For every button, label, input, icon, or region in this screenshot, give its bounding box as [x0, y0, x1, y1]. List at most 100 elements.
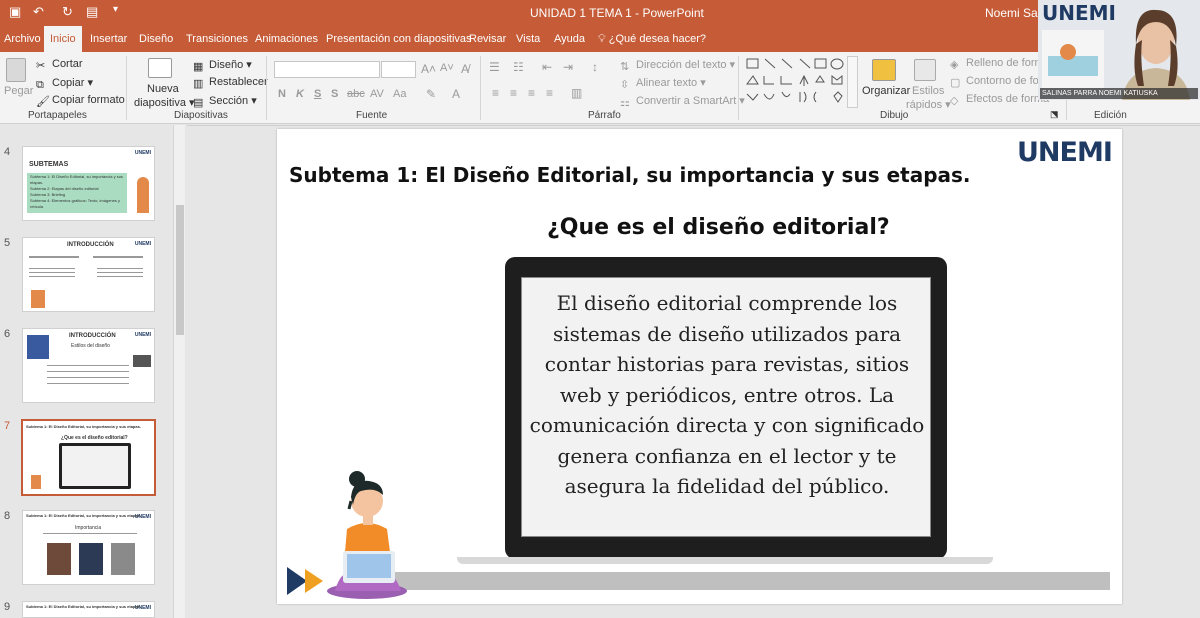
- shrink-font-icon[interactable]: A˅: [440, 62, 454, 74]
- justify-icon[interactable]: ≡: [546, 86, 553, 100]
- char-spacing-button[interactable]: AV: [370, 88, 384, 100]
- strikethrough-button[interactable]: abc: [347, 88, 365, 100]
- paste-icon[interactable]: [6, 58, 26, 82]
- thumbnail-screen: [62, 446, 128, 486]
- shape-effects-button[interactable]: ◇ Efectos de forma: [950, 93, 1049, 107]
- slide-question[interactable]: ¿Que es el diseño editorial?: [547, 215, 890, 240]
- shapes-gallery[interactable]: [744, 56, 856, 108]
- align-center-icon[interactable]: ≡: [510, 86, 517, 100]
- thumbnail-line: Subtema 1: El Diseño Editorial, su impor…: [30, 174, 123, 185]
- slide-thumbnail-6[interactable]: UNEMI INTRODUCCIÓN Estilos del diseño: [22, 328, 155, 403]
- slide-body-text[interactable]: El diseño editorial comprende los sistem…: [528, 288, 926, 502]
- increase-indent-icon[interactable]: ⇥: [563, 60, 573, 74]
- font-color-icon[interactable]: A: [452, 87, 460, 101]
- slide-title[interactable]: Subtema 1: El Diseño Editorial, su impor…: [289, 163, 971, 187]
- tab-archivo[interactable]: Archivo: [2, 26, 43, 52]
- scrollbar-thumb[interactable]: [176, 205, 184, 335]
- tab-animaciones[interactable]: Animaciones: [253, 26, 320, 52]
- smartart-button[interactable]: ⚏ Convertir a SmartArt ▾: [620, 94, 745, 109]
- thumbnail-line: [47, 365, 129, 366]
- start-from-beginning-icon[interactable]: ▤: [86, 4, 98, 20]
- thumbnail-line: [47, 377, 129, 378]
- redo-icon[interactable]: ↻: [62, 4, 73, 20]
- paste-button[interactable]: Pegar: [4, 85, 33, 97]
- italic-button[interactable]: K: [296, 88, 304, 100]
- shadow-button[interactable]: S: [331, 88, 338, 100]
- drawing-dialog-launcher-icon[interactable]: ⬔: [1050, 109, 1059, 120]
- thumbnail-brand: UNEMI: [134, 241, 151, 247]
- columns-icon[interactable]: ▥: [571, 86, 582, 100]
- shapes-gallery-more-button[interactable]: [847, 56, 858, 108]
- align-text-button[interactable]: ⇳ Alinear texto ▾: [620, 76, 706, 91]
- shape-fill-button[interactable]: ◈ Relleno de forma: [950, 57, 1050, 71]
- new-slide-icon[interactable]: [148, 58, 172, 78]
- slide-brand-logo: UNEMI: [1017, 137, 1113, 168]
- slide-thumbnail-9[interactable]: UNEMI Subtema 1: El Diseño Editorial, su…: [22, 601, 155, 618]
- current-slide[interactable]: UNEMI Subtema 1: El Diseño Editorial, su…: [277, 129, 1122, 604]
- slide-number: 5: [4, 237, 11, 249]
- ribbon: Pegar ✂ Cortar ⧉ Copiar ▾ 🖌︎ Copiar formato…: [0, 52, 1200, 124]
- bullets-icon[interactable]: ☰: [489, 60, 500, 74]
- quick-styles-label-line1[interactable]: Estilos: [912, 85, 944, 97]
- save-icon[interactable]: ▣: [9, 4, 21, 20]
- paint-bucket-icon: ◈: [950, 59, 959, 71]
- reset-button[interactable]: ▥ Restablecer: [193, 76, 268, 90]
- tab-revisar[interactable]: Revisar: [467, 26, 508, 52]
- cut-button[interactable]: ✂ Cortar: [36, 58, 83, 72]
- text-direction-button[interactable]: ⇅ Dirección del texto ▾: [620, 58, 735, 73]
- arrange-button[interactable]: Organizar: [862, 85, 910, 97]
- copy-button[interactable]: ⧉ Copiar ▾: [36, 76, 93, 91]
- highlight-icon[interactable]: ✎: [426, 87, 436, 101]
- numbering-icon[interactable]: ☷: [513, 60, 524, 74]
- group-separator: [738, 56, 739, 120]
- new-slide-label-line1[interactable]: Nueva: [147, 83, 179, 95]
- tab-diseno[interactable]: Diseño: [137, 26, 175, 52]
- arrange-icon[interactable]: [872, 59, 896, 81]
- tab-vista[interactable]: Vista: [514, 26, 542, 52]
- thumbnail-brand: UNEMI: [134, 332, 151, 338]
- slide-thumbnail-7[interactable]: Subtema 1: El Diseño Editorial, su impor…: [21, 419, 156, 496]
- clear-format-icon[interactable]: A̸: [461, 62, 469, 76]
- thumbnail-line: Subtema 4: Elementos gráficos: Texto, im…: [30, 198, 120, 209]
- thumbnails-scrollbar[interactable]: [173, 125, 185, 618]
- thumbnail-line: [97, 276, 143, 277]
- align-text-icon: ⇳: [620, 79, 630, 91]
- tab-inicio[interactable]: Inicio: [44, 26, 82, 52]
- ribbon-tabs: Archivo Inicio Insertar Diseño Transicio…: [0, 26, 1200, 52]
- tab-insertar[interactable]: Insertar: [88, 26, 129, 52]
- quick-styles-icon[interactable]: [914, 59, 936, 81]
- align-right-icon[interactable]: ≡: [528, 86, 535, 100]
- window-title: UNIDAD 1 TEMA 1 - PowerPoint: [530, 6, 704, 20]
- change-case-button[interactable]: Aa: [393, 88, 406, 100]
- align-left-icon[interactable]: ≡: [492, 86, 499, 100]
- underline-button[interactable]: S: [314, 88, 321, 100]
- thumbnail-laptop: [59, 443, 131, 489]
- thumbnail-magazine: [111, 543, 135, 575]
- grow-font-icon[interactable]: A˄: [421, 62, 436, 76]
- bold-button[interactable]: N: [278, 88, 286, 100]
- tab-presentacion[interactable]: Presentación con diapositivas: [324, 26, 474, 52]
- section-button[interactable]: ▤ Sección ▾: [193, 94, 257, 109]
- new-slide-button[interactable]: diapositiva ▾: [134, 96, 195, 109]
- quick-styles-button[interactable]: rápidos ▾: [906, 98, 951, 111]
- customize-quick-access-icon[interactable]: ▾: [113, 4, 118, 15]
- slide-thumbnail-4[interactable]: UNEMI SUBTEMAS Subtema 1: El Diseño Edit…: [22, 146, 155, 221]
- group-label-clipboard: Portapapeles: [28, 110, 87, 121]
- tab-transiciones[interactable]: Transiciones: [184, 26, 250, 52]
- format-painter-button[interactable]: 🖌︎ Copiar formato: [36, 94, 125, 108]
- thumbnail-illustration: [31, 475, 41, 489]
- line-spacing-icon[interactable]: ↕: [592, 60, 598, 74]
- group-label-drawing: Dibujo: [880, 110, 909, 121]
- floor-bar: [395, 572, 1110, 590]
- slide-thumbnail-5[interactable]: UNEMI INTRODUCCIÓN: [22, 237, 155, 312]
- tab-ayuda[interactable]: Ayuda: [552, 26, 587, 52]
- font-size-select[interactable]: [381, 61, 416, 78]
- font-family-select[interactable]: [274, 61, 380, 78]
- webcam-overlay: UNEMI SALINAS PARRA NOEMI KATIUSKA: [1038, 0, 1200, 100]
- tell-me-search[interactable]: 💡︎ ¿Qué desea hacer?: [598, 26, 706, 52]
- decrease-indent-icon[interactable]: ⇤: [542, 60, 552, 74]
- layout-button[interactable]: ▦ Diseño ▾: [193, 58, 252, 73]
- slide-thumbnail-8[interactable]: UNEMI Subtema 1: El Diseño Editorial, su…: [22, 510, 155, 585]
- thumbnail-title: INTRODUCCIÓN: [69, 333, 116, 339]
- undo-icon[interactable]: ↶: [33, 4, 44, 20]
